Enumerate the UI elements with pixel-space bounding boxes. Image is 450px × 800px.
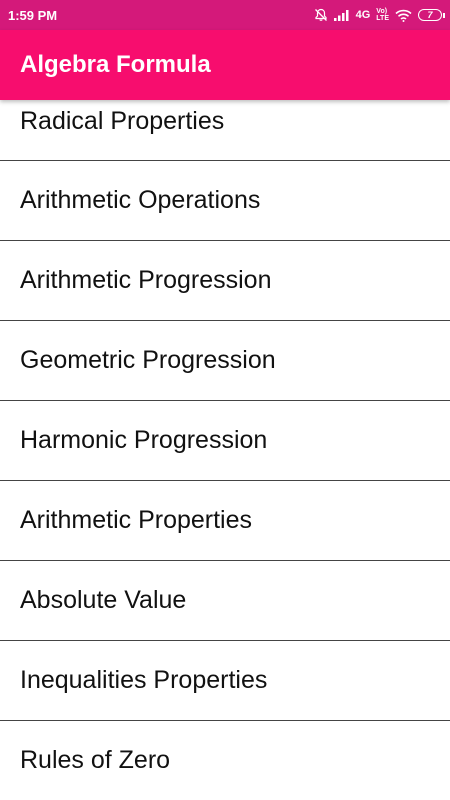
app-bar: Algebra Formula <box>0 30 450 100</box>
signal-icon <box>333 10 349 21</box>
page-title: Algebra Formula <box>20 51 211 78</box>
formula-list: Radical Properties Arithmetic Operations… <box>0 100 450 800</box>
list-item-arithmetic-progression[interactable]: Arithmetic Progression <box>0 241 450 321</box>
battery-icon: 7 <box>418 9 445 21</box>
list-item-label: Harmonic Progression <box>20 426 268 454</box>
list-item-absolute-value[interactable]: Absolute Value <box>0 561 450 641</box>
wifi-icon <box>395 9 412 22</box>
volte-label: Vo) LTE <box>376 8 389 22</box>
list-item-label: Geometric Progression <box>20 346 276 374</box>
volte-bottom: LTE <box>376 15 389 22</box>
network-label: 4G <box>355 9 371 21</box>
status-time: 1:59 PM <box>8 7 58 23</box>
volte-top: Vo) <box>376 8 388 15</box>
list-item-harmonic-progression[interactable]: Harmonic Progression <box>0 401 450 481</box>
list-item-geometric-progression[interactable]: Geometric Progression <box>0 321 450 401</box>
list-item-radical-properties[interactable]: Radical Properties <box>0 100 450 161</box>
list-item-label: Inequalities Properties <box>20 666 268 694</box>
status-bar: 1:59 PM 4G Vo) LTE 7 <box>0 0 450 30</box>
list-item-rules-of-zero[interactable]: Rules of Zero <box>0 721 450 800</box>
list-item-label: Arithmetic Operations <box>20 186 261 214</box>
list-item-inequalities-properties[interactable]: Inequalities Properties <box>0 641 450 721</box>
mute-bell-icon <box>314 8 327 21</box>
list-item-label: Radical Properties <box>20 107 225 135</box>
list-item-label: Arithmetic Properties <box>20 506 253 534</box>
list-item-arithmetic-operations[interactable]: Arithmetic Operations <box>0 161 450 241</box>
list-item-arithmetic-properties[interactable]: Arithmetic Properties <box>0 481 450 561</box>
list-item-label: Rules of Zero <box>20 746 171 774</box>
list-item-label: Arithmetic Progression <box>20 266 272 294</box>
list-item-label: Absolute Value <box>20 586 187 614</box>
status-icons: 4G Vo) LTE 7 <box>314 8 445 22</box>
